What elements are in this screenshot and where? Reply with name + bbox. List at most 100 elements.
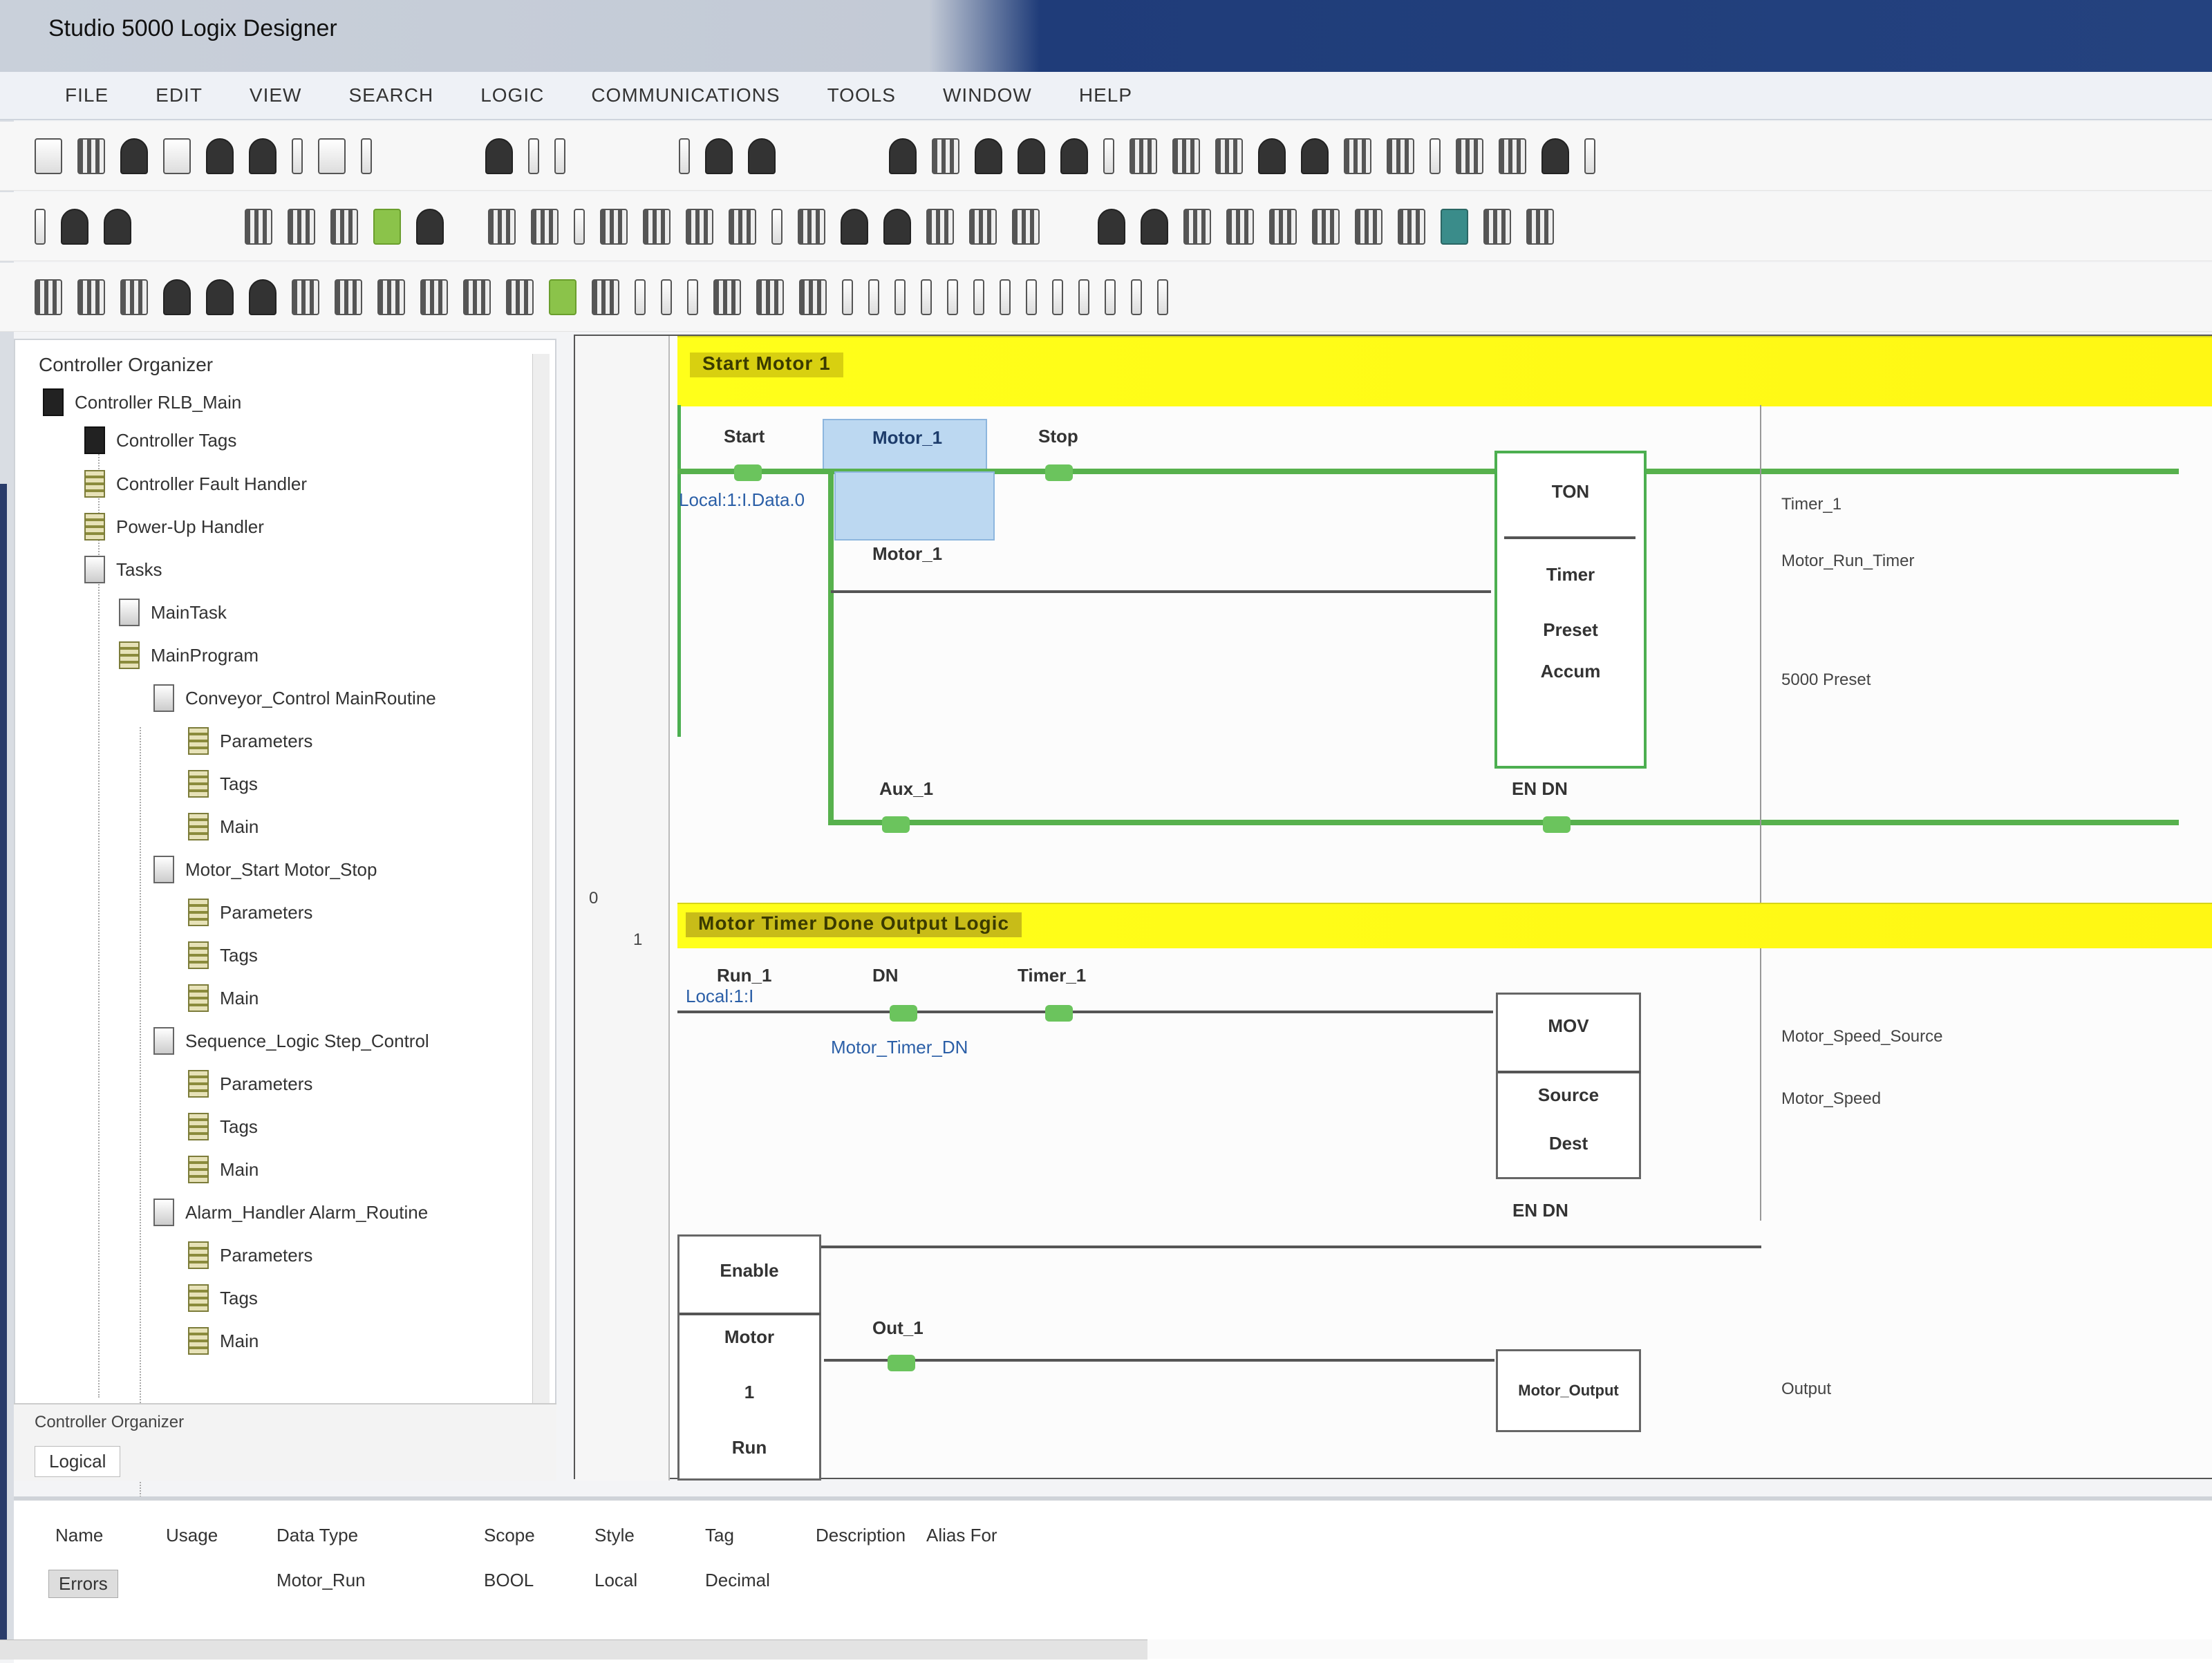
- column-header[interactable]: Name: [55, 1525, 103, 1546]
- open-icon[interactable]: [77, 138, 105, 174]
- properties-icon[interactable]: [1018, 138, 1045, 174]
- tag-cell[interactable]: Motor_Run: [276, 1570, 366, 1591]
- tab-logical[interactable]: Logical: [35, 1446, 121, 1477]
- tag-monitor-icon[interactable]: [1130, 138, 1157, 174]
- menu-edit[interactable]: EDIT: [146, 80, 212, 111]
- quick-view-icon[interactable]: [1301, 138, 1329, 174]
- ret-icon[interactable]: [1441, 208, 1468, 245]
- undo-icon[interactable]: [292, 138, 303, 174]
- tag-cell[interactable]: BOOL: [484, 1570, 534, 1591]
- menu-help[interactable]: HELP: [1069, 80, 1142, 111]
- redo-icon[interactable]: [318, 138, 346, 174]
- ton-icon[interactable]: [488, 208, 516, 245]
- output-coil[interactable]: [1543, 816, 1571, 833]
- tree-item[interactable]: Alarm_Handler Alarm_Routine: [153, 1199, 428, 1226]
- program-control-icon[interactable]: [463, 279, 491, 315]
- compute-icon[interactable]: [249, 279, 276, 315]
- tag-cell[interactable]: Decimal: [705, 1570, 770, 1591]
- drives-icon[interactable]: [1078, 279, 1089, 315]
- jsr-icon[interactable]: [1312, 208, 1340, 245]
- input-output-icon[interactable]: [163, 279, 191, 315]
- tree-item[interactable]: Tags: [188, 1284, 258, 1312]
- bit-icon[interactable]: [35, 279, 62, 315]
- process-icon[interactable]: [1052, 279, 1063, 315]
- contact-xic[interactable]: [1045, 464, 1073, 481]
- motion-group-icon[interactable]: [756, 279, 784, 315]
- options-icon[interactable]: [1430, 138, 1441, 174]
- column-header[interactable]: Description: [816, 1525, 906, 1546]
- add-icon[interactable]: [1098, 208, 1125, 245]
- neq-icon[interactable]: [883, 208, 911, 245]
- ascii-serial-icon[interactable]: [868, 279, 879, 315]
- motion-state-icon[interactable]: [687, 279, 698, 315]
- motion-icon[interactable]: [1499, 138, 1526, 174]
- equ-icon[interactable]: [841, 208, 868, 245]
- online-icon[interactable]: [485, 138, 513, 174]
- contact-xic[interactable]: [882, 816, 910, 833]
- tree-item[interactable]: Main: [188, 984, 259, 1012]
- ons-icon[interactable]: [729, 208, 756, 245]
- select-limit-icon[interactable]: [1131, 279, 1142, 315]
- counter-icon[interactable]: [120, 279, 148, 315]
- watch-icon[interactable]: [1258, 138, 1286, 174]
- tree-item[interactable]: Tags: [188, 941, 258, 969]
- trig-icon[interactable]: [592, 279, 619, 315]
- div-icon[interactable]: [1226, 208, 1254, 245]
- math-conversion-icon[interactable]: [661, 279, 672, 315]
- paste-icon[interactable]: [249, 138, 276, 174]
- rung-icon[interactable]: [35, 208, 46, 245]
- contact-tag[interactable]: Motor_1: [872, 543, 942, 565]
- filters-icon[interactable]: [1105, 279, 1116, 315]
- tree-item[interactable]: Conveyor_Control MainRoutine: [153, 684, 436, 712]
- tag-cell[interactable]: Local: [594, 1570, 637, 1591]
- download-icon[interactable]: [528, 138, 539, 174]
- upload-icon[interactable]: [554, 138, 565, 174]
- contact-tag[interactable]: DN: [872, 965, 899, 986]
- bookmark-icon[interactable]: [975, 138, 1002, 174]
- xio-icon[interactable]: [288, 208, 315, 245]
- tree-item[interactable]: Tasks: [84, 556, 162, 583]
- alarm-icon[interactable]: [973, 279, 984, 315]
- tree-item[interactable]: Tags: [188, 770, 258, 798]
- ascii-string-icon[interactable]: [894, 279, 906, 315]
- rto-icon[interactable]: [574, 208, 585, 245]
- contact-xic[interactable]: [734, 464, 762, 481]
- column-header[interactable]: Usage: [166, 1525, 218, 1546]
- cut-icon[interactable]: [163, 138, 191, 174]
- about-icon[interactable]: [1584, 138, 1595, 174]
- zoom-out-icon[interactable]: [932, 138, 959, 174]
- file-shift-icon[interactable]: [377, 279, 405, 315]
- tree-item[interactable]: Main: [188, 1327, 259, 1355]
- branch-level-icon[interactable]: [104, 208, 131, 245]
- run-mode-icon[interactable]: [705, 138, 733, 174]
- tree-item[interactable]: Parameters: [188, 727, 312, 755]
- contact-xic[interactable]: [890, 1005, 917, 1022]
- tab-errors[interactable]: Errors: [48, 1570, 118, 1598]
- zoom-in-icon[interactable]: [889, 138, 917, 174]
- tree-scrollbar[interactable]: [532, 354, 550, 1418]
- browse-icon[interactable]: [1103, 138, 1114, 174]
- ctu-icon[interactable]: [600, 208, 628, 245]
- copy-icon[interactable]: [206, 138, 234, 174]
- motion-event-icon[interactable]: [799, 279, 827, 315]
- io-config-icon[interactable]: [1456, 138, 1483, 174]
- tree-item[interactable]: Parameters: [188, 899, 312, 926]
- ote-icon[interactable]: [330, 208, 358, 245]
- tree-item[interactable]: Power-Up Handler: [84, 513, 264, 541]
- mov-instruction[interactable]: MOV Source Dest: [1496, 993, 1641, 1179]
- tree-item[interactable]: Parameters: [188, 1241, 312, 1269]
- branch-icon[interactable]: [61, 208, 88, 245]
- tree-item[interactable]: Motor_Start Motor_Stop: [153, 856, 377, 883]
- column-header[interactable]: Data Type: [276, 1525, 358, 1546]
- tag-edit-icon[interactable]: [1172, 138, 1200, 174]
- find-icon[interactable]: [361, 138, 372, 174]
- special-icon[interactable]: [549, 279, 577, 315]
- lbl-icon[interactable]: [1398, 208, 1425, 245]
- sub-icon[interactable]: [1141, 208, 1168, 245]
- otl-icon[interactable]: [373, 208, 401, 245]
- save-icon[interactable]: [120, 138, 148, 174]
- selected-contact[interactable]: Motor_1: [823, 419, 987, 470]
- column-header[interactable]: Scope: [484, 1525, 535, 1546]
- motion-config-icon[interactable]: [842, 279, 853, 315]
- menu-communications[interactable]: COMMUNICATIONS: [581, 80, 789, 111]
